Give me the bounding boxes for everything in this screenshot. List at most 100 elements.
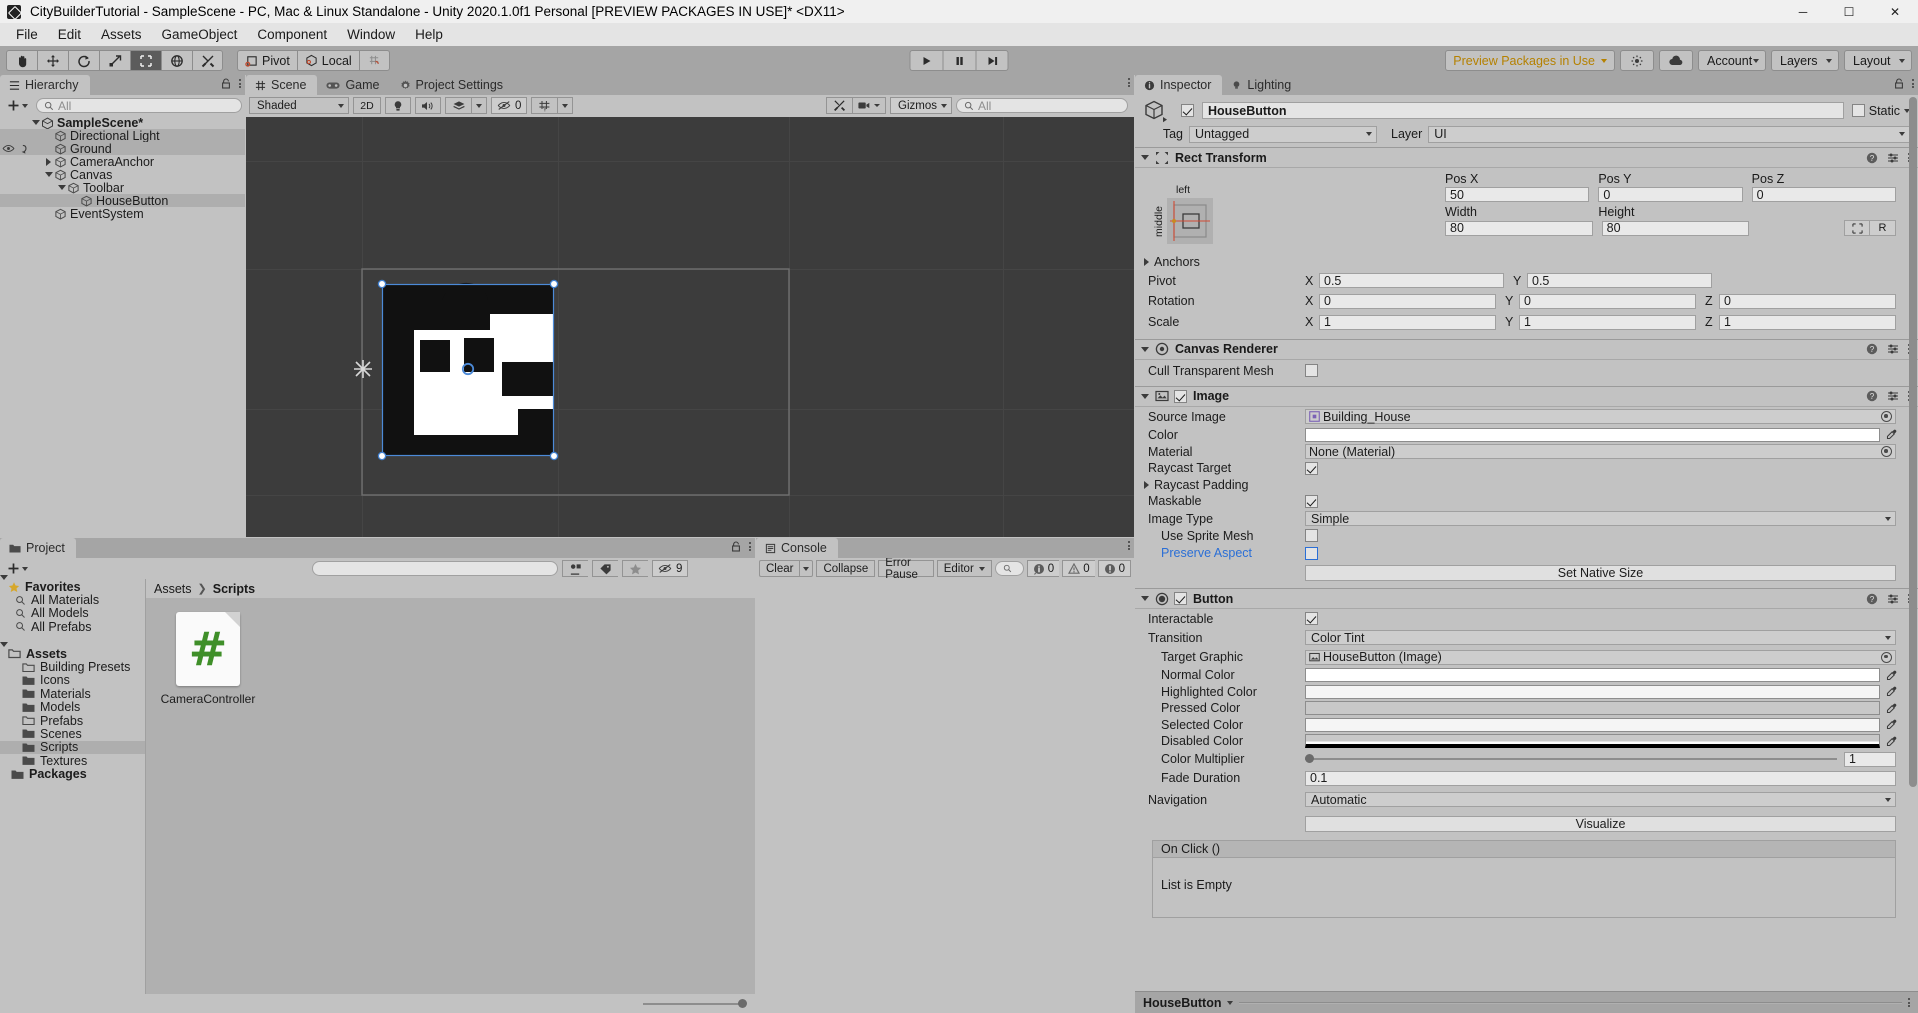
hierarchy-item-canvas[interactable]: Canvas bbox=[0, 168, 245, 182]
raycast-target-checkbox[interactable] bbox=[1305, 461, 1318, 475]
tab-console[interactable]: Console bbox=[756, 538, 838, 558]
foldout-open-icon[interactable] bbox=[1141, 393, 1149, 399]
warning-count-toggle[interactable]: 0 bbox=[1062, 560, 1095, 577]
anchor-preset-diagram[interactable] bbox=[1167, 198, 1213, 244]
inspector-menu-icon[interactable] bbox=[1912, 78, 1914, 89]
create-asset-button[interactable] bbox=[3, 562, 32, 575]
hierarchy-menu-icon[interactable] bbox=[239, 78, 241, 89]
maskable-checkbox[interactable] bbox=[1305, 494, 1318, 508]
lock-icon[interactable] bbox=[221, 78, 231, 89]
foldout-open-icon[interactable] bbox=[1141, 346, 1149, 352]
project-tree-assets[interactable]: Assets bbox=[0, 641, 145, 661]
tab-lighting[interactable]: Lighting bbox=[1222, 75, 1302, 95]
create-gameobject-button[interactable] bbox=[3, 99, 32, 112]
move-tool-button[interactable] bbox=[37, 50, 68, 71]
search-services-button[interactable] bbox=[1620, 50, 1654, 71]
chevron-down-icon[interactable] bbox=[1227, 1000, 1234, 1005]
help-icon[interactable]: ? bbox=[1866, 390, 1878, 402]
foldout-open-icon[interactable] bbox=[43, 172, 54, 177]
image-component-header[interactable]: Image ? bbox=[1135, 385, 1918, 407]
project-tree-all-materials[interactable]: All Materials bbox=[0, 593, 145, 607]
button-enabled-checkbox[interactable] bbox=[1174, 592, 1187, 605]
hidden-assets-toggle[interactable]: 9 bbox=[652, 560, 689, 577]
account-dropdown[interactable]: Account bbox=[1698, 50, 1766, 71]
preset-icon[interactable] bbox=[1887, 152, 1899, 164]
maximize-button[interactable]: ☐ bbox=[1826, 0, 1872, 23]
use-sprite-mesh-checkbox[interactable] bbox=[1305, 529, 1318, 543]
pos-x-input[interactable]: 50 bbox=[1445, 187, 1590, 202]
favorites-filter-button[interactable] bbox=[622, 560, 648, 577]
layout-dropdown[interactable]: Layout bbox=[1844, 50, 1912, 71]
tab-game[interactable]: Game bbox=[317, 75, 390, 95]
foldout-closed-icon[interactable] bbox=[1144, 258, 1149, 267]
help-icon[interactable]: ? bbox=[1866, 343, 1878, 355]
scene-tools-button[interactable] bbox=[826, 97, 853, 114]
visibility-toggle[interactable] bbox=[2, 142, 33, 155]
pos-z-input[interactable]: 0 bbox=[1751, 187, 1896, 202]
pickability-icon[interactable] bbox=[20, 144, 33, 154]
project-tree-spacer[interactable] bbox=[0, 634, 145, 647]
interactable-checkbox[interactable] bbox=[1305, 612, 1318, 625]
anchor-preset-widget[interactable]: left middle bbox=[1153, 184, 1213, 244]
project-tree-textures[interactable]: Textures bbox=[0, 754, 145, 768]
eyedropper-icon[interactable] bbox=[1884, 736, 1898, 747]
console-search-input[interactable] bbox=[994, 561, 1024, 576]
project-tree-icons[interactable]: Icons bbox=[0, 673, 145, 687]
foldout-open-icon[interactable] bbox=[30, 120, 41, 125]
lock-icon[interactable] bbox=[731, 541, 741, 552]
menu-help[interactable]: Help bbox=[405, 24, 453, 45]
collapse-toggle[interactable]: Collapse bbox=[816, 560, 876, 577]
console-menu-icon[interactable] bbox=[1128, 541, 1130, 551]
rotation-x-input[interactable]: 0 bbox=[1319, 293, 1496, 309]
hierarchy-search-input[interactable]: All bbox=[36, 98, 242, 113]
scene-menu-icon[interactable] bbox=[1128, 78, 1130, 88]
console-message-list[interactable] bbox=[756, 580, 1134, 1013]
hierarchy-item-directional-light[interactable]: Directional Light bbox=[0, 129, 245, 143]
help-icon[interactable]: ? bbox=[1866, 152, 1878, 164]
toggle-2d-button[interactable]: 2D bbox=[353, 97, 381, 114]
minimize-button[interactable]: ─ bbox=[1780, 0, 1826, 23]
project-tree-models[interactable]: Models bbox=[0, 700, 145, 714]
transform-tool-button[interactable] bbox=[161, 50, 192, 71]
rotate-tool-button[interactable] bbox=[68, 50, 99, 71]
hierarchy-item-samplescene-[interactable]: SampleScene* bbox=[0, 116, 245, 130]
draw-mode-dropdown[interactable]: Shaded bbox=[249, 97, 349, 114]
rect-tool-button[interactable] bbox=[130, 50, 161, 71]
gizmos-dropdown[interactable]: Gizmos bbox=[890, 97, 952, 114]
foldout-open-icon[interactable] bbox=[56, 185, 67, 190]
tab-inspector[interactable]: Inspector bbox=[1135, 75, 1223, 95]
project-tree-favorites[interactable]: Favorites bbox=[0, 574, 145, 594]
asset-item-cameracontroller[interactable]: # CameraController bbox=[160, 612, 256, 706]
tab-project-settings[interactable]: Project Settings bbox=[391, 75, 515, 95]
eyedropper-icon[interactable] bbox=[1884, 686, 1898, 697]
filter-by-label-button[interactable] bbox=[592, 560, 618, 577]
scene-grid-dropdown[interactable] bbox=[557, 97, 574, 114]
project-tree-prefabs[interactable]: Prefabs bbox=[0, 714, 145, 728]
object-picker-icon[interactable] bbox=[1881, 446, 1892, 457]
static-toggle[interactable]: Static bbox=[1851, 104, 1910, 118]
blueprint-mode-button[interactable] bbox=[1844, 220, 1871, 236]
scene-lighting-button[interactable] bbox=[385, 97, 411, 114]
height-input[interactable]: 80 bbox=[1601, 220, 1750, 236]
raw-edit-button[interactable]: R bbox=[1870, 220, 1897, 236]
normal-color-swatch[interactable] bbox=[1305, 668, 1880, 683]
image-color-swatch[interactable] bbox=[1305, 427, 1880, 442]
asset-zoom-slider[interactable] bbox=[643, 998, 747, 1008]
error-count-toggle[interactable]: 0 bbox=[1097, 560, 1131, 577]
custom-tool-button[interactable] bbox=[192, 50, 223, 71]
editor-dropdown[interactable]: Editor bbox=[936, 560, 992, 577]
breadcrumb-root[interactable]: Assets bbox=[154, 582, 192, 596]
clear-button[interactable]: Clear bbox=[759, 560, 800, 577]
foldout-open-icon[interactable] bbox=[0, 574, 8, 594]
scene-camera-dropdown[interactable] bbox=[852, 97, 887, 114]
foldout-open-icon[interactable] bbox=[0, 641, 8, 661]
hierarchy-item-ground[interactable]: Ground bbox=[0, 142, 245, 156]
tab-scene[interactable]: Scene bbox=[246, 75, 318, 95]
footer-menu-icon[interactable] bbox=[1908, 997, 1910, 1008]
pos-y-input[interactable]: 0 bbox=[1598, 187, 1743, 202]
source-image-field[interactable]: Building_House bbox=[1305, 409, 1896, 424]
foldout-open-icon[interactable] bbox=[1141, 155, 1149, 160]
rotation-z-input[interactable]: 0 bbox=[1719, 293, 1896, 309]
scene-grid-button[interactable]: Y bbox=[531, 97, 558, 114]
width-input[interactable]: 80 bbox=[1445, 220, 1593, 236]
